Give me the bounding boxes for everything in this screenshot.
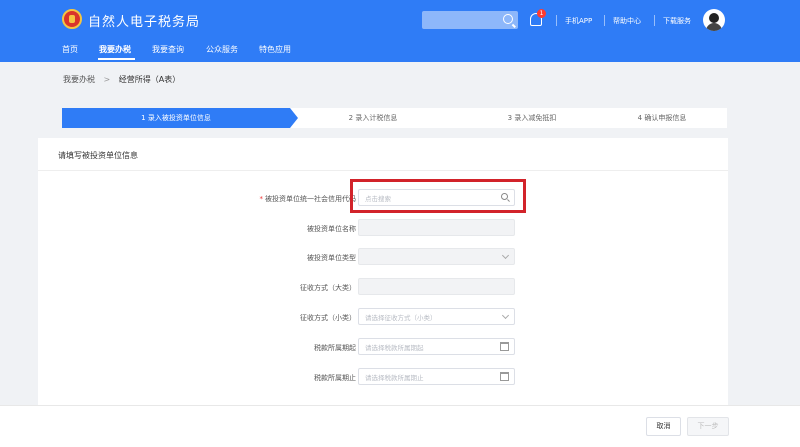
collection-method-minor-placeholder: 请选择征收方式（小类） (365, 314, 437, 322)
company-type-select (358, 248, 515, 265)
collection-method-minor-select[interactable]: 请选择征收方式（小类） (358, 308, 515, 325)
credit-code-label: * 被投资单位统一社会信用代码 (259, 195, 357, 203)
company-type-label: 被投资单位类型 (307, 254, 356, 262)
calendar-icon[interactable] (500, 372, 509, 381)
form-title: 请填写被投资单位信息 (58, 151, 138, 160)
link-download-service[interactable]: 下载服务 (663, 16, 691, 26)
header-separator (654, 15, 655, 26)
collection-method-minor-label: 征收方式（小类） (300, 314, 356, 322)
link-mobile-app[interactable]: 手机APP (565, 16, 592, 26)
step-2: 2 录入计税信息 (348, 114, 398, 122)
header-separator (556, 15, 557, 26)
nav-featured-apps[interactable]: 特色应用 (259, 44, 291, 55)
breadcrumb: 我要办税 > 经营所得（A表） (63, 74, 180, 85)
progress-steps: 1 录入被投资单位信息 2 录入计税信息 3 录入减免抵扣 4 确认申报信息 (62, 108, 727, 128)
nav-my-tax[interactable]: 我要办税 (99, 44, 131, 55)
period-end-label: 税款所属期止 (314, 374, 356, 382)
chevron-down-icon[interactable] (501, 311, 510, 320)
breadcrumb-current: 经营所得（A表） (118, 75, 181, 84)
step-4: 4 确认申报信息 (637, 114, 687, 122)
required-mark: * (259, 195, 264, 203)
tax-emblem-logo (62, 9, 82, 29)
breadcrumb-parent[interactable]: 我要办税 (63, 75, 95, 84)
link-help-center[interactable]: 帮助中心 (613, 16, 641, 26)
divider (38, 170, 728, 171)
nav-public-service[interactable]: 公众服务 (206, 44, 238, 55)
top-header: 自然人电子税务局 1 手机APP 帮助中心 下载服务 首页 我要办税 我要查询 … (0, 0, 800, 62)
breadcrumb-separator: > (103, 75, 111, 84)
header-search-box[interactable] (422, 11, 518, 29)
nav-my-query[interactable]: 我要查询 (152, 44, 184, 55)
nav-home[interactable]: 首页 (62, 44, 78, 55)
period-end-placeholder: 请选择税款所属期止 (365, 374, 424, 382)
period-end-date-picker[interactable]: 请选择税款所属期止 (358, 368, 515, 385)
company-name-label: 被投资单位名称 (307, 225, 356, 233)
next-step-button[interactable]: 下一步 (687, 417, 729, 436)
calendar-icon[interactable] (500, 342, 509, 351)
step-1: 1 录入被投资单位信息 (62, 108, 290, 128)
footer-action-bar: 取消 下一步 (0, 405, 800, 447)
collection-method-major-label: 征收方式（大类） (300, 284, 356, 292)
period-start-label: 税款所属期起 (314, 344, 356, 352)
step-arrow (290, 108, 298, 128)
chevron-down-icon (501, 251, 510, 260)
user-avatar[interactable] (703, 9, 725, 31)
company-name-field (358, 219, 515, 236)
period-start-date-picker[interactable]: 请选择税款所属期起 (358, 338, 515, 355)
highlight-annotation-box (350, 179, 526, 213)
header-separator (604, 15, 605, 26)
cancel-button[interactable]: 取消 (646, 417, 681, 436)
step-3: 3 录入减免抵扣 (507, 114, 557, 122)
search-icon[interactable] (503, 14, 513, 24)
nav-active-indicator (98, 58, 135, 60)
site-title: 自然人电子税务局 (88, 15, 201, 30)
collection-method-major-field (358, 278, 515, 295)
period-start-placeholder: 请选择税款所属期起 (365, 344, 424, 352)
notification-badge: 1 (537, 9, 546, 18)
